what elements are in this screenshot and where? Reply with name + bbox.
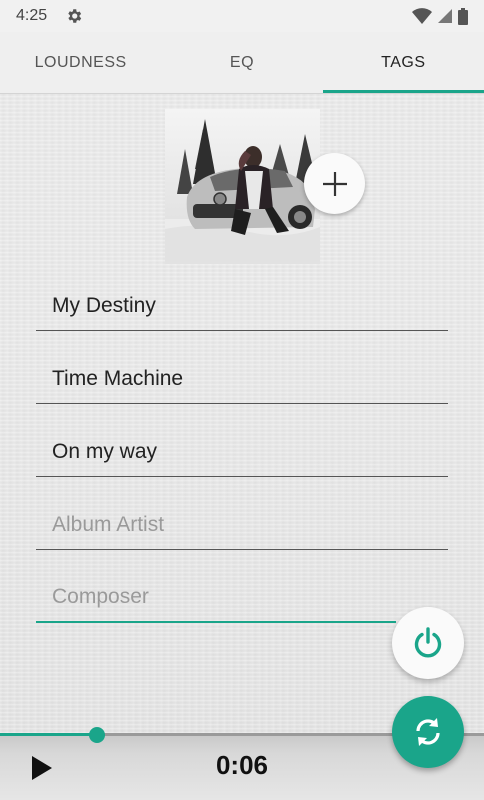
power-button[interactable]	[392, 607, 464, 679]
status-icons	[412, 7, 468, 25]
progress-fill	[0, 733, 97, 736]
composer-field[interactable]: Composer	[36, 573, 396, 623]
album-field-value: On my way	[52, 439, 158, 463]
status-bar: 4:25	[0, 0, 484, 32]
title-field-value: My Destiny	[52, 293, 156, 317]
album-field[interactable]: On my way	[36, 427, 448, 477]
progress-thumb[interactable]	[88, 727, 105, 743]
battery-icon	[458, 7, 468, 25]
tab-bar: LOUDNESS EQ TAGS	[0, 32, 484, 94]
plus-icon	[322, 171, 347, 196]
add-album-art-button[interactable]	[304, 153, 365, 214]
composer-placeholder: Composer	[52, 585, 149, 608]
album-art[interactable]	[165, 109, 320, 264]
cell-signal-icon	[438, 9, 452, 23]
settings-gear-icon	[68, 9, 82, 23]
power-icon	[414, 627, 442, 658]
status-time: 4:25	[16, 7, 48, 24]
tab-loudness[interactable]: LOUDNESS	[0, 32, 161, 93]
album-art-image	[165, 109, 320, 264]
artist-field-value: Time Machine	[52, 366, 184, 390]
title-field[interactable]: My Destiny	[36, 281, 448, 331]
album-artist-field[interactable]: Album Artist	[36, 500, 448, 550]
artist-field[interactable]: Time Machine	[36, 354, 448, 404]
wifi-icon	[412, 8, 432, 24]
tab-eq[interactable]: EQ	[161, 32, 322, 93]
tab-tags[interactable]: TAGS	[322, 32, 484, 93]
sync-button[interactable]	[392, 696, 464, 768]
album-artist-placeholder: Album Artist	[52, 512, 165, 536]
sync-icon	[416, 718, 440, 746]
